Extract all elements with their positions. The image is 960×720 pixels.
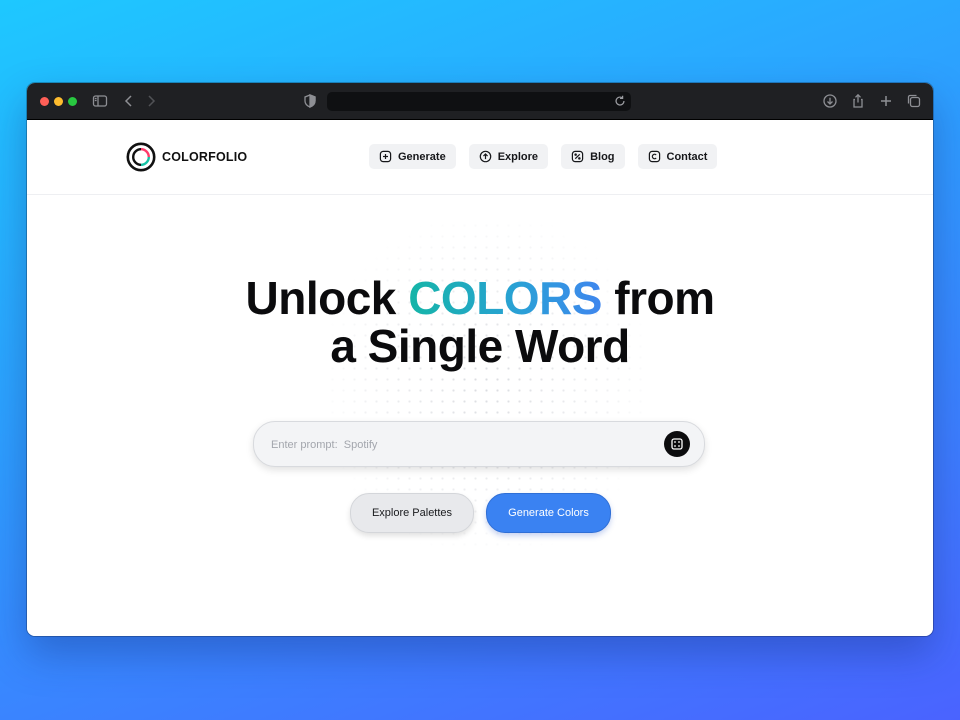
- nav-explore-button[interactable]: Explore: [468, 144, 549, 169]
- generate-colors-button[interactable]: Generate Colors: [486, 493, 611, 533]
- download-icon[interactable]: [822, 93, 838, 109]
- nav-blog-label: Blog: [590, 150, 615, 163]
- tabs-overview-icon[interactable]: [906, 93, 922, 109]
- web-page: COLORFOLIO Generate Explore Blog Contact…: [27, 120, 933, 636]
- main-nav: Generate Explore Blog Contact: [369, 144, 718, 169]
- brand-name: COLORFOLIO: [162, 150, 248, 164]
- plus-square-icon: [379, 150, 392, 163]
- hero-heading: Unlock COLORS from a Single Word: [27, 274, 933, 370]
- hero-line-1: Unlock COLORS from: [27, 274, 933, 322]
- share-icon[interactable]: [850, 93, 866, 109]
- site-header: COLORFOLIO Generate Explore Blog Contact: [27, 120, 933, 195]
- hero-actions: Explore Palettes Generate Colors: [27, 493, 933, 533]
- hero-line-2: a Single Word: [330, 320, 630, 372]
- copyright-square-icon: [648, 150, 661, 163]
- hero-text-post: from: [601, 272, 715, 324]
- colorfolio-logo-icon: [126, 142, 156, 172]
- prompt-bar: [253, 421, 705, 467]
- prompt-input[interactable]: [269, 434, 653, 456]
- zoom-window-button[interactable]: [68, 97, 77, 106]
- shield-icon[interactable]: [302, 93, 318, 109]
- percent-square-icon: [571, 150, 584, 163]
- arrow-up-circle-icon: [479, 150, 492, 163]
- close-window-button[interactable]: [40, 97, 49, 106]
- address-bar[interactable]: [327, 92, 631, 111]
- forward-icon[interactable]: [143, 93, 159, 109]
- sidebar-icon[interactable]: [92, 93, 108, 109]
- nav-generate-button[interactable]: Generate: [369, 144, 456, 169]
- new-tab-icon[interactable]: [878, 93, 894, 109]
- brand-logo[interactable]: COLORFOLIO: [125, 141, 247, 173]
- nav-contact-label: Contact: [666, 150, 708, 163]
- dice-icon: [671, 438, 683, 450]
- random-prompt-button[interactable]: [664, 431, 690, 457]
- hero-accent-word: COLORS: [408, 272, 602, 324]
- nav-generate-label: Generate: [398, 150, 446, 163]
- nav-blog-button[interactable]: Blog: [561, 144, 625, 169]
- minimize-window-button[interactable]: [54, 97, 63, 106]
- reload-icon[interactable]: [613, 94, 627, 108]
- back-icon[interactable]: [121, 93, 137, 109]
- nav-contact-button[interactable]: Contact: [637, 144, 718, 169]
- hero-text-pre: Unlock: [245, 272, 409, 324]
- browser-window: COLORFOLIO Generate Explore Blog Contact…: [27, 83, 933, 636]
- nav-explore-label: Explore: [497, 150, 539, 163]
- browser-toolbar: [27, 83, 933, 120]
- explore-palettes-button[interactable]: Explore Palettes: [350, 493, 474, 533]
